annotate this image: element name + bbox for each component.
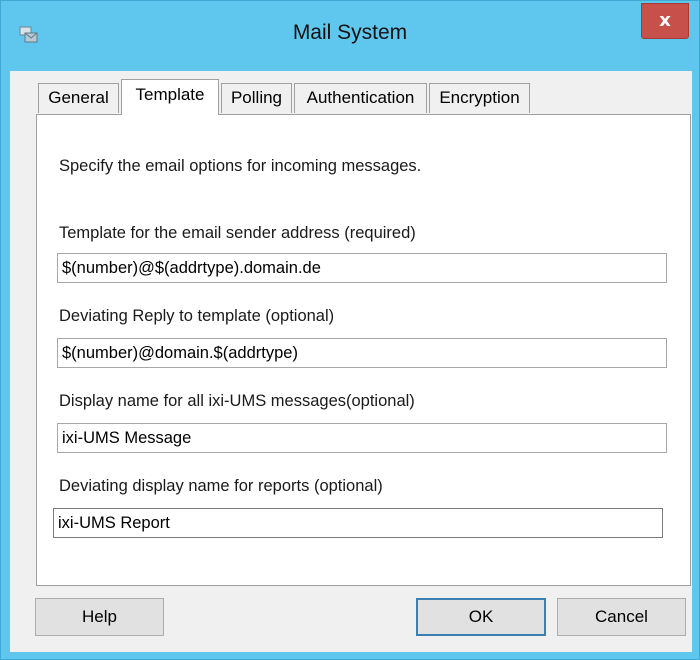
tab-encryption[interactable]: Encryption (429, 83, 530, 113)
ok-button[interactable]: OK (416, 598, 546, 636)
report-display-name-input[interactable] (53, 508, 663, 538)
cancel-button[interactable]: Cancel (557, 598, 686, 636)
window-title: Mail System (292, 21, 408, 44)
report-display-name-label: Deviating display name for reports (opti… (59, 477, 383, 495)
reply-to-label: Deviating Reply to template (optional) (59, 307, 335, 325)
display-name-input[interactable] (57, 423, 667, 453)
sender-address-input[interactable] (57, 253, 667, 283)
tab-general[interactable]: General (38, 83, 119, 113)
dialog-client-area: General Template Polling Authentication … (10, 71, 692, 652)
tab-template[interactable]: Template (121, 79, 219, 115)
display-name-label: Display name for all ixi-UMS messages(op… (59, 392, 415, 410)
close-button[interactable]: x (641, 3, 689, 39)
reply-to-input[interactable] (57, 338, 667, 368)
mail-system-dialog: Mail System x General Template Polling A… (0, 0, 700, 660)
tab-polling[interactable]: Polling (221, 83, 292, 113)
template-tab-panel: Specify the email options for incoming m… (36, 114, 691, 586)
description-text: Specify the email options for incoming m… (59, 157, 422, 175)
sender-address-label: Template for the email sender address (r… (59, 224, 416, 242)
tab-authentication[interactable]: Authentication (294, 83, 427, 113)
title-bar[interactable]: Mail System x (1, 1, 699, 71)
help-button[interactable]: Help (35, 598, 164, 636)
